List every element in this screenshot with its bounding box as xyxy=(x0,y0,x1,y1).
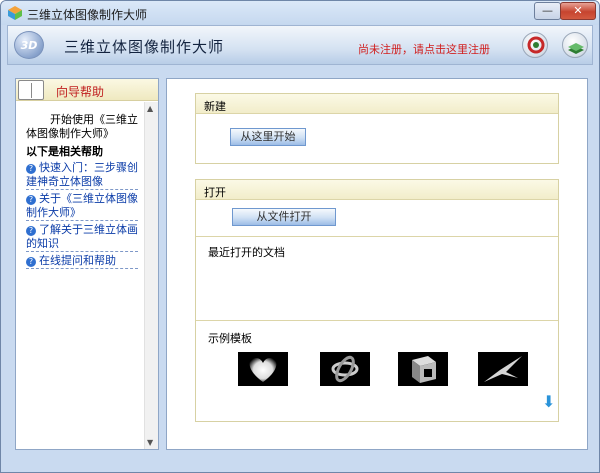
close-button[interactable]: ✕ xyxy=(560,2,596,20)
heart-icon xyxy=(249,358,277,382)
new-section-title: 新建 xyxy=(196,94,558,114)
app-icon xyxy=(8,6,22,20)
help-link-knowledge[interactable]: ? 了解关于三维立体画的知识 xyxy=(26,223,138,252)
help-icon: ? xyxy=(26,195,36,205)
guide-subheading: 以下是相关帮助 xyxy=(26,145,103,158)
title-bar: 三维立体图像制作大师 — ✕ xyxy=(1,1,599,25)
support-icon[interactable] xyxy=(522,32,548,58)
help-link-online[interactable]: ? 在线提问和帮助 xyxy=(26,254,138,269)
help-icon: ? xyxy=(26,164,36,174)
template-knot[interactable] xyxy=(320,352,370,386)
book-icon[interactable] xyxy=(562,32,588,58)
guide-header: 向导帮助 xyxy=(16,79,158,101)
register-link[interactable]: 尚未注册，请点击这里注册 xyxy=(358,41,490,57)
start-button[interactable]: 从这里开始 xyxy=(230,128,306,146)
template-cube[interactable] xyxy=(398,352,448,386)
knot-icon xyxy=(331,355,359,383)
guide-content: 开始使用《三维立体图像制作大师》 以下是相关帮助 ? 快速入门：三步骤创建神奇立体… xyxy=(26,113,138,269)
templates-label: 示例模板 xyxy=(208,332,252,345)
guide-intro: 开始使用《三维立体图像制作大师》 xyxy=(26,113,138,140)
guide-panel: 向导帮助 开始使用《三维立体图像制作大师》 以下是相关帮助 ? 快速入门：三步骤创… xyxy=(15,78,159,450)
template-heart[interactable] xyxy=(238,352,288,386)
window-title: 三维立体图像制作大师 xyxy=(27,8,148,22)
main-panel: 新建 从这里开始 打开 从文件打开 最近打开的文档 示例模板 ⬇ xyxy=(166,78,588,450)
scroll-up-icon[interactable]: ▲ xyxy=(147,104,153,113)
new-section: 新建 从这里开始 xyxy=(195,93,559,164)
guide-title: 向导帮助 xyxy=(56,85,105,99)
open-section: 打开 从文件打开 最近打开的文档 示例模板 ⬇ xyxy=(195,179,559,422)
help-icon: ? xyxy=(26,226,36,236)
open-file-button[interactable]: 从文件打开 xyxy=(232,208,336,226)
bird-icon xyxy=(484,356,522,382)
app-window: 三维立体图像制作大师 — ✕ 3D 三维立体图像制作大师 尚未注册，请点击这里注… xyxy=(0,0,600,473)
help-link-quickstart[interactable]: ? 快速入门：三步骤创建神奇立体图像 xyxy=(26,161,138,190)
template-bird[interactable] xyxy=(478,352,528,386)
divider xyxy=(196,236,558,237)
cube-icon xyxy=(412,356,436,383)
header-title: 三维立体图像制作大师 xyxy=(64,38,225,56)
logo-3d-icon: 3D xyxy=(14,31,44,59)
guide-scrollbar[interactable]: ▲ ▼ xyxy=(144,102,158,449)
open-book-icon xyxy=(18,80,44,100)
minimize-button[interactable]: — xyxy=(534,2,561,20)
scroll-down-arrow-icon[interactable]: ⬇ xyxy=(542,392,555,411)
divider xyxy=(196,320,558,321)
recent-documents-label: 最近打开的文档 xyxy=(208,246,285,259)
app-header: 3D 三维立体图像制作大师 尚未注册，请点击这里注册 xyxy=(7,25,593,65)
open-section-title: 打开 xyxy=(196,180,558,200)
help-link-about[interactable]: ? 关于《三维立体图像制作大师》 xyxy=(26,192,138,221)
help-icon: ? xyxy=(26,257,36,267)
scroll-down-icon[interactable]: ▼ xyxy=(147,438,153,447)
